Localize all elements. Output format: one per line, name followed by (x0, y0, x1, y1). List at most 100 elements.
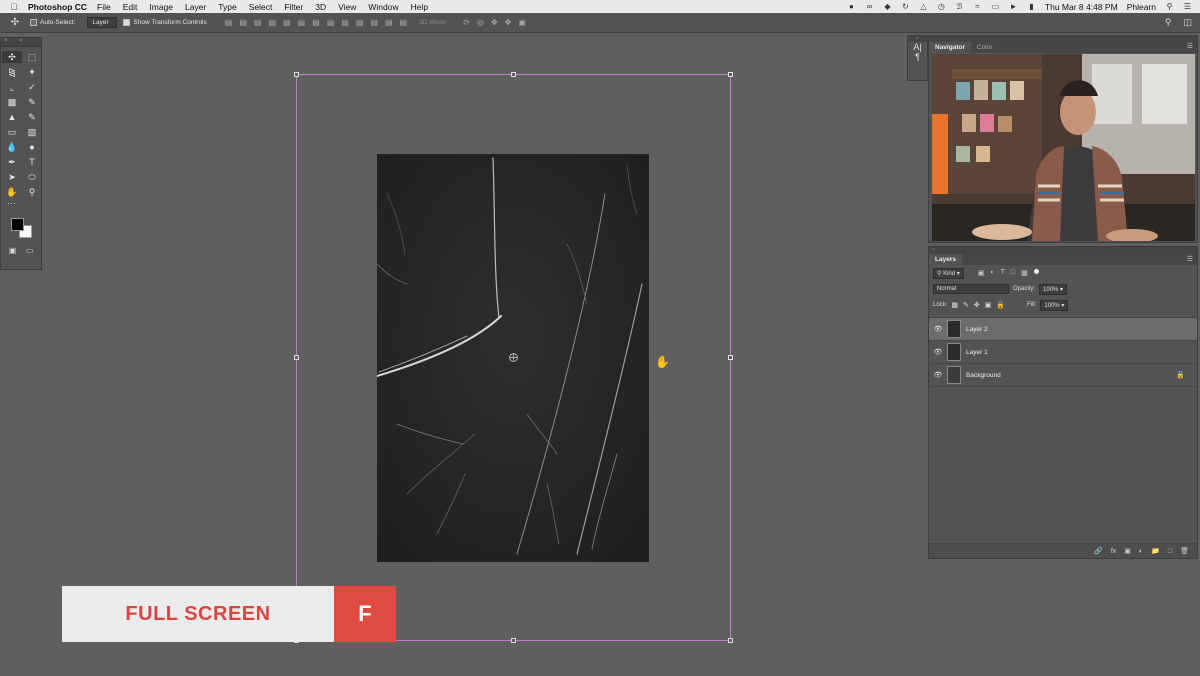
layer-thumbnail[interactable] (947, 320, 961, 338)
distribute-hcenter-icon[interactable]: ▤ (370, 18, 378, 27)
align-right-icon[interactable]: ▤ (298, 18, 306, 27)
fill-input[interactable]: 100% ▾ (1040, 299, 1069, 311)
healing-brush-tool-icon[interactable]: ▩ (2, 96, 22, 108)
transform-handle-bottom[interactable] (511, 638, 516, 643)
auto-align-icon[interactable]: ▤ (400, 18, 408, 27)
clock-text[interactable]: Thu Mar 8 4:48 PM (1045, 2, 1118, 12)
transform-handle-top-right[interactable] (728, 72, 733, 77)
notification-center-icon[interactable]: ☰ (1183, 2, 1192, 11)
align-left-icon[interactable]: ▤ (268, 18, 276, 27)
move-tool-icon[interactable]: ✣ (2, 51, 22, 63)
orbit-3d-icon[interactable]: ⟳ (463, 18, 470, 27)
app-name-menu[interactable]: Photoshop CC (28, 2, 87, 12)
delete-layer-icon[interactable]: 🗑 (1180, 547, 1189, 555)
type-filter-icon[interactable]: T (1001, 269, 1005, 277)
eraser-tool-icon[interactable]: ▭ (2, 126, 22, 138)
visibility-eye-icon[interactable]: 👁 (929, 325, 947, 333)
distribute-left-icon[interactable]: ▤ (356, 18, 364, 27)
layer-row-layer-2[interactable]: 👁 Layer 2 (929, 318, 1197, 341)
panel-menu-icon[interactable]: ☰ (1187, 42, 1193, 50)
distribute-top-icon[interactable]: ▤ (312, 18, 320, 27)
drag-3d-icon[interactable]: ✥ (491, 18, 498, 27)
transform-handle-right[interactable] (728, 355, 733, 360)
menu-type[interactable]: Type (218, 2, 236, 12)
roll-3d-icon[interactable]: ◎ (477, 18, 484, 27)
lock-all-icon[interactable]: 🔒 (996, 301, 1005, 309)
battery-icon[interactable]: ▮ (1027, 2, 1036, 11)
menu-window[interactable]: Window (368, 2, 398, 12)
clone-stamp-tool-icon[interactable]: ▲ (2, 111, 22, 123)
menu-select[interactable]: Select (249, 2, 273, 12)
layers-panel-menu-icon[interactable]: ☰ (1187, 255, 1193, 263)
align-top-icon[interactable]: ▤ (225, 18, 233, 27)
apple-icon[interactable]:  (0, 2, 28, 12)
type-tool-icon[interactable]: T (22, 156, 42, 168)
volume-icon[interactable]: ► (1009, 2, 1018, 11)
bluetooth-icon[interactable]: ℬ (955, 2, 964, 11)
history-brush-tool-icon[interactable]: ✎ (22, 111, 42, 123)
workspace-icon[interactable]: ◫ (1183, 17, 1192, 28)
tab-layers[interactable]: Layers (929, 254, 962, 265)
align-hcenter-icon[interactable]: ▤ (283, 18, 291, 27)
lock-position-icon[interactable]: ✥ (974, 301, 980, 309)
lock-transparent-icon[interactable]: ▦ (951, 301, 958, 309)
smart-object-filter-icon[interactable]: ▦ (1021, 269, 1028, 277)
layer-thumbnail[interactable] (947, 366, 961, 384)
more-tools-icon[interactable]: ··· (1, 198, 41, 212)
menu-3d[interactable]: 3D (315, 2, 326, 12)
new-group-icon[interactable]: 📁 (1151, 547, 1160, 555)
time-machine-icon[interactable]: ◷ (937, 2, 946, 11)
zoom-tool-icon[interactable]: ⚲ (22, 186, 42, 198)
transform-handle-left[interactable] (294, 355, 299, 360)
layer-name[interactable]: Background (966, 372, 1001, 379)
add-mask-icon[interactable]: ▣ (1124, 547, 1131, 555)
slide-3d-icon[interactable]: ✥ (505, 18, 512, 27)
lock-pixels-icon[interactable]: ✎ (963, 301, 969, 309)
menu-view[interactable]: View (338, 2, 356, 12)
visibility-eye-icon[interactable]: 👁 (929, 348, 947, 356)
layer-row-layer-1[interactable]: 👁 Layer 1 (929, 341, 1197, 364)
spotlight-icon[interactable]: ⚲ (1165, 2, 1174, 11)
paragraph-panel-icon[interactable]: ¶ (908, 52, 927, 62)
menu-help[interactable]: Help (411, 2, 428, 12)
eyedropper-tool-icon[interactable]: ✓ (22, 81, 42, 93)
creative-cloud-icon[interactable]: ∞ (865, 2, 874, 11)
wifi-icon[interactable]: ≈ (973, 2, 982, 11)
menu-image[interactable]: Image (149, 2, 173, 12)
sync-icon[interactable]: ↻ (901, 2, 910, 11)
adjustment-filter-icon[interactable]: ◐ (990, 269, 994, 277)
search-icon[interactable]: ⚲ (1165, 17, 1172, 28)
layer-thumbnail[interactable] (947, 343, 961, 361)
pen-tool-icon[interactable]: ✒ (2, 156, 22, 168)
filter-kind-dropdown[interactable]: ⚲ Kind ▾ (933, 267, 964, 279)
marquee-tool-icon[interactable]: ⬚ (22, 51, 42, 63)
layer-name[interactable]: Layer 1 (966, 349, 988, 356)
path-selection-tool-icon[interactable]: ➤ (2, 171, 22, 183)
crop-tool-icon[interactable]: ⌞ (2, 81, 22, 93)
auto-select-checkbox[interactable] (30, 19, 37, 26)
blur-tool-icon[interactable]: 💧 (2, 141, 22, 153)
magic-wand-tool-icon[interactable]: ✦ (22, 66, 42, 78)
align-vcenter-icon[interactable]: ▤ (239, 18, 247, 27)
show-transform-checkbox[interactable] (123, 19, 131, 26)
lasso-tool-icon[interactable]: ⧎ (2, 66, 22, 78)
menu-filter[interactable]: Filter (284, 2, 303, 12)
new-layer-icon[interactable]: □ (1168, 548, 1172, 555)
dodge-tool-icon[interactable]: ● (22, 141, 42, 153)
distribute-right-icon[interactable]: ▤ (385, 18, 393, 27)
dropbox-icon[interactable]: ◆ (883, 2, 892, 11)
auto-select-option[interactable]: Auto-Select: (30, 19, 75, 26)
opacity-input[interactable]: 100% ▾ (1039, 283, 1068, 295)
shape-filter-icon[interactable]: □ (1011, 269, 1015, 277)
layer-row-background[interactable]: 👁 Background 🔒 (929, 364, 1197, 387)
gradient-tool-icon[interactable]: ▧ (22, 126, 42, 138)
transform-handle-top-left[interactable] (294, 72, 299, 77)
layer-style-icon[interactable]: fx (1111, 548, 1116, 555)
filter-toggle-icon[interactable] (1033, 269, 1039, 274)
drive-icon[interactable]: △ (919, 2, 928, 11)
transform-reference-point-icon[interactable]: ⨁ (509, 353, 518, 362)
menu-file[interactable]: File (97, 2, 111, 12)
adjustment-layer-icon[interactable]: ◐ (1139, 548, 1143, 555)
record-icon[interactable]: ● (847, 2, 856, 11)
tab-navigator[interactable]: Navigator (929, 42, 971, 53)
